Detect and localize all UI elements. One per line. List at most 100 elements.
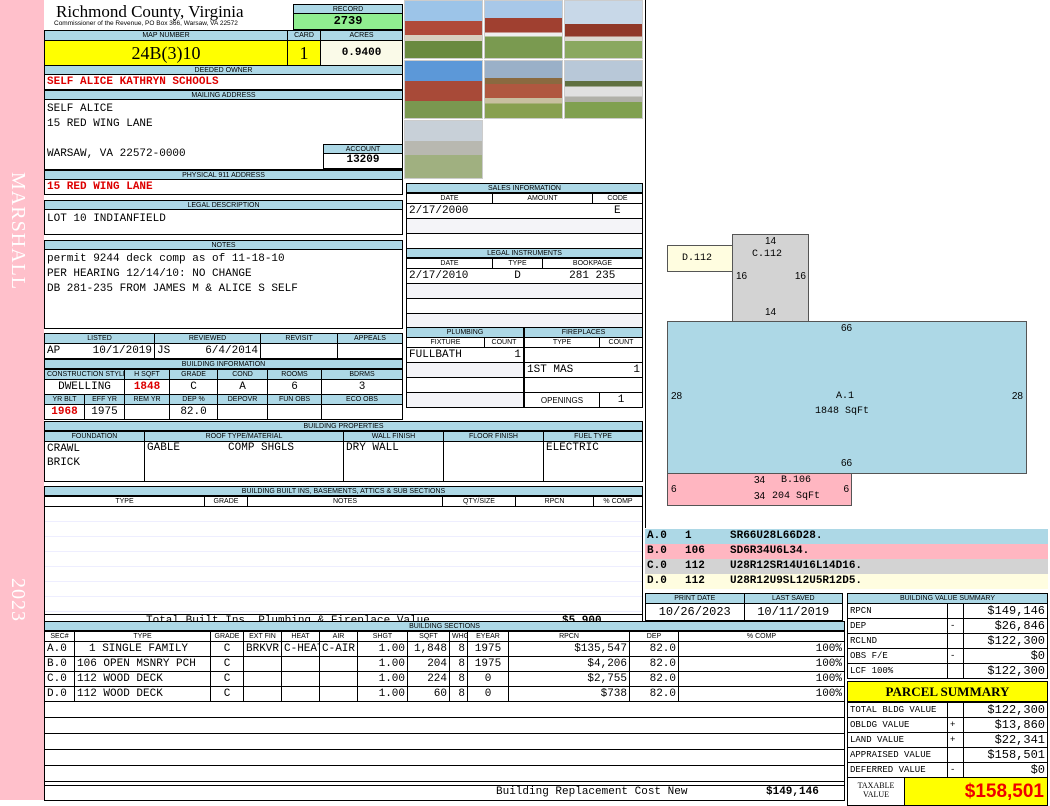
summary-value: $122,300 xyxy=(963,702,1048,718)
mail-line: SELF ALICE xyxy=(47,103,114,115)
county-title: Richmond County, Virginia xyxy=(56,2,244,21)
code-code: 106 xyxy=(685,545,705,557)
taxable-value: $158,501 xyxy=(905,778,1047,805)
section-cell: 100% xyxy=(678,656,845,672)
notes-text: permit 9244 deck comp as of 11-18-10 PER… xyxy=(44,250,403,329)
foundation: CRAWL BRICK xyxy=(44,441,145,482)
sketch-code-row: D.0 112 U28R12U9SL12U5R12D5. xyxy=(645,574,1048,589)
sketch-code-row: B.0 106 SD6R34U6L34. xyxy=(645,544,1048,559)
sketch-dim: 66 xyxy=(841,458,853,469)
section-cell: $4,206 xyxy=(508,656,630,672)
section-cell: BRKVR xyxy=(243,641,282,657)
section-cell: C xyxy=(210,656,244,672)
summary-sign xyxy=(947,603,964,619)
summary-value: $149,146 xyxy=(963,603,1048,619)
col-header: ROOMS xyxy=(267,369,323,380)
summary-sign: + xyxy=(947,717,964,733)
building-sketch: D.112 14 C.112 16 16 14 66 28 28 A.1 184… xyxy=(645,0,1048,528)
section-cell: 100% xyxy=(678,686,845,702)
section-cell: C xyxy=(210,671,244,687)
mail-line: 15 RED WING LANE xyxy=(47,118,153,130)
notes-label: NOTES xyxy=(44,240,403,250)
property-photo[interactable] xyxy=(564,0,643,59)
section-cell: 60 xyxy=(407,686,450,702)
sketch-dim: 16 xyxy=(794,271,806,282)
property-photo[interactable] xyxy=(564,60,643,119)
col-header: TYPE xyxy=(74,631,211,642)
note-line: PER HEARING 12/14/10: NO CHANGE xyxy=(47,268,252,280)
fireplaces-label: FIREPLACES xyxy=(524,327,643,338)
section-cell: C xyxy=(210,686,244,702)
summary-sign xyxy=(947,633,964,649)
sketch-dim: 28 xyxy=(671,391,683,402)
property-photo[interactable] xyxy=(404,60,483,119)
parcel-summary: PARCEL SUMMARY TOTAL BLDG VALUE $122,300 O… xyxy=(847,681,1048,806)
appeals-value xyxy=(337,343,403,359)
col-header: RPCN xyxy=(508,631,630,642)
instrument-bookpage: 281 235 xyxy=(542,268,643,284)
wall-finish: DRY WALL xyxy=(343,441,444,482)
summary-label: RCLND xyxy=(847,633,948,649)
legal-text: LOT 10 INDIANFIELD xyxy=(44,210,403,235)
section-cell: 1975 xyxy=(467,641,509,657)
revisit-value xyxy=(260,343,339,359)
property-photo[interactable] xyxy=(404,120,483,179)
section-cell: 82.0 xyxy=(629,686,679,702)
col-header: DATE xyxy=(406,193,493,204)
code-path: U28R12SR14U16L14D16. xyxy=(730,560,863,572)
col-header: AIR xyxy=(319,631,358,642)
county-subtitle: Commissioner of the Revenue, PO Box 366,… xyxy=(54,20,238,27)
taxable-label: TAXABLE VALUE xyxy=(848,778,905,805)
sales-label: SALES INFORMATION xyxy=(406,183,643,193)
summary-label: DEFERRED VALUE xyxy=(847,762,948,778)
plumbing-label: PLUMBING xyxy=(406,327,524,338)
mailing-address: SELF ALICE 15 RED WING LANE WARSAW, VA 2… xyxy=(44,100,403,170)
section-cell: 8 xyxy=(449,686,468,702)
section-cell: 224 xyxy=(407,671,450,687)
code-sec: C.0 xyxy=(647,560,667,572)
col-header: % COMP xyxy=(678,631,845,642)
col-header: H SQFT xyxy=(124,369,171,380)
heated-sqft: 1848 xyxy=(124,379,171,395)
section-cell: $738 xyxy=(508,686,630,702)
foundation-line: BRICK xyxy=(47,457,81,469)
owner-block: DEEDED OWNER SELF ALICE KATHRYN SCHOOLS … xyxy=(44,65,403,195)
col-header: DEPOVR xyxy=(217,394,269,405)
summary-row: APPRAISED VALUE $158,501 xyxy=(847,747,1048,763)
summary-label: APPRAISED VALUE xyxy=(847,747,948,763)
functional-obs xyxy=(267,404,323,420)
property-photo[interactable] xyxy=(404,0,483,59)
account-box: ACCOUNT 13209 xyxy=(323,144,403,169)
section-row: C.0 112 WOOD DECK C 1.00 224 8 0 $2,755 82.0 100% xyxy=(44,671,845,687)
summary-row: RCLND $122,300 xyxy=(847,633,1048,649)
section-cell: 1975 xyxy=(467,656,509,672)
condition: A xyxy=(217,379,269,395)
code-sec: D.0 xyxy=(647,575,667,587)
section-cell: 1.00 xyxy=(357,686,408,702)
section-cell xyxy=(319,656,358,672)
year-built: 1968 xyxy=(44,404,85,420)
taxable-row: TAXABLE VALUE $158,501 xyxy=(847,778,1048,806)
section-cell: 1.00 xyxy=(357,641,408,657)
col-header: TYPE xyxy=(524,337,600,348)
property-photo[interactable] xyxy=(484,0,563,59)
code-path: U28R12U9SL12U5R12D5. xyxy=(730,575,863,587)
code-code: 112 xyxy=(685,575,705,587)
owner-name: SELF ALICE KATHRYN SCHOOLS xyxy=(44,75,403,90)
col-header: TYPE xyxy=(492,258,543,269)
property-photo[interactable] xyxy=(484,60,563,119)
summary-sign xyxy=(947,747,964,763)
sketch-code-row: A.0 1 SR66U28L66D28. xyxy=(645,529,1048,544)
col-header: SHGT xyxy=(357,631,408,642)
summary-label: DEP xyxy=(847,618,948,634)
code-sec: A.0 xyxy=(647,530,667,542)
sketch-dim: 34 xyxy=(754,475,766,486)
summary-value: $26,846 xyxy=(963,618,1048,634)
map-number: 24B(3)10 xyxy=(44,40,288,66)
section-cell: 106 OPEN MSNRY PCH xyxy=(74,656,211,672)
summary-label: RPCN xyxy=(847,603,948,619)
code-path: SD6R34U6L34. xyxy=(730,545,810,557)
note-line: DB 281-235 FROM JAMES M & ALICE S SELF xyxy=(47,283,298,295)
account-number: 13209 xyxy=(323,154,403,169)
print-date: 10/26/2023 xyxy=(645,603,745,621)
